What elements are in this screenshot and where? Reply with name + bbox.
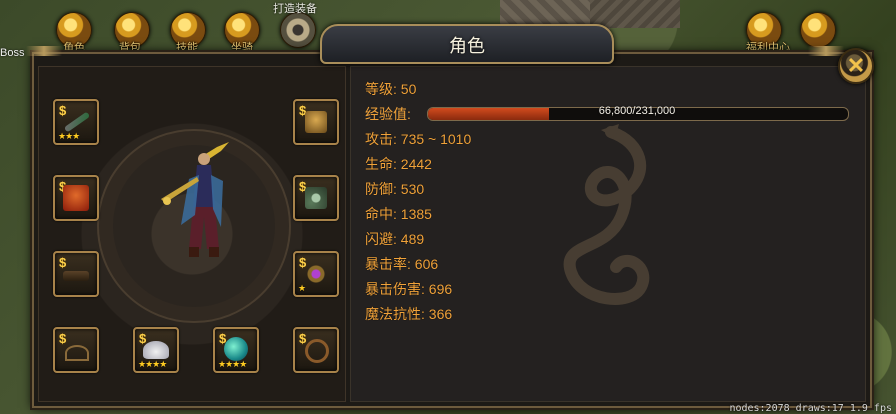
map-building — [590, 0, 680, 28]
frame-ornament — [26, 46, 62, 56]
armor-icon — [63, 185, 89, 211]
lock-icon: $ — [299, 331, 307, 346]
orb-slot[interactable]: $ ★★★★ — [213, 327, 259, 373]
panel-title: 角色 — [449, 36, 485, 56]
belt-icon — [63, 271, 89, 281]
level-stat: 等级: 50 — [365, 81, 417, 97]
forge-label: 打造装备 — [273, 3, 317, 15]
bracer-icon — [305, 339, 329, 363]
attack-stat: 攻击: 735 ~ 1010 — [365, 131, 472, 147]
dragon-emblem-icon — [563, 124, 650, 305]
wings-icon — [143, 341, 169, 359]
lock-icon: $ — [59, 103, 67, 118]
star-rating: ★ — [298, 283, 306, 293]
star-rating: ★★★★ — [218, 359, 247, 369]
weapon-slot[interactable]: $ ★★★ — [53, 99, 99, 145]
boss-label: Boss — [0, 47, 25, 59]
treasure-chest-icon[interactable] — [800, 12, 836, 48]
hero-character — [161, 142, 229, 257]
armor-slot[interactable]: $ — [53, 175, 99, 221]
character-panel: $ ★★★ $ $ $ $ $ ★ $ $ — [32, 52, 872, 408]
helmet-icon — [305, 111, 327, 133]
wings-slot[interactable]: $ ★★★★ — [133, 327, 179, 373]
boots-slot[interactable]: $ — [53, 327, 99, 373]
frame-ornament — [808, 46, 844, 56]
bow-icon — [65, 345, 89, 361]
hp-stat: 生命: 2442 — [365, 156, 432, 172]
orb-icon — [224, 337, 248, 361]
exp-value-text: 66,800/231,000 — [598, 105, 676, 117]
close-icon: ✕ — [846, 53, 866, 78]
crit-damage-stat: 暴击伤害: 696 — [365, 281, 453, 297]
hit-stat: 命中: 1385 — [365, 206, 432, 222]
close-button[interactable]: ✕ — [838, 48, 874, 84]
exp-label: 经验值: — [365, 106, 411, 122]
ring-icon — [305, 263, 327, 285]
panel-title-tab: 角色 — [320, 24, 614, 64]
debug-stats-text: nodes:2078 draws:17 1.9 fps — [729, 403, 892, 414]
defense-stat: 防御: 530 — [365, 181, 425, 197]
magic-resist-stat: 魔法抗性: 366 — [365, 306, 453, 322]
sword-icon — [63, 111, 91, 133]
stats-panel: 等级: 50 经验值: 66,800/231,000 攻击: 735 ~ 101… — [350, 66, 866, 402]
helmet-slot[interactable]: $ — [293, 99, 339, 145]
crit-rate-stat: 暴击率: 606 — [365, 256, 439, 272]
lock-icon: $ — [59, 331, 67, 346]
lock-icon: $ — [59, 255, 67, 270]
dodge-stat: 闪避: 489 — [365, 231, 425, 247]
bracer-slot[interactable]: $ — [293, 327, 339, 373]
star-rating: ★★★★ — [138, 359, 167, 369]
necklace-slot[interactable]: $ — [293, 175, 339, 221]
belt-slot[interactable]: $ — [53, 251, 99, 297]
necklace-icon — [305, 187, 327, 209]
ring-slot[interactable]: $ ★ — [293, 251, 339, 297]
equipment-area: $ ★★★ $ $ $ $ $ ★ $ $ — [38, 66, 346, 402]
star-rating: ★★★ — [58, 131, 80, 141]
forge-icon[interactable] — [280, 12, 316, 48]
